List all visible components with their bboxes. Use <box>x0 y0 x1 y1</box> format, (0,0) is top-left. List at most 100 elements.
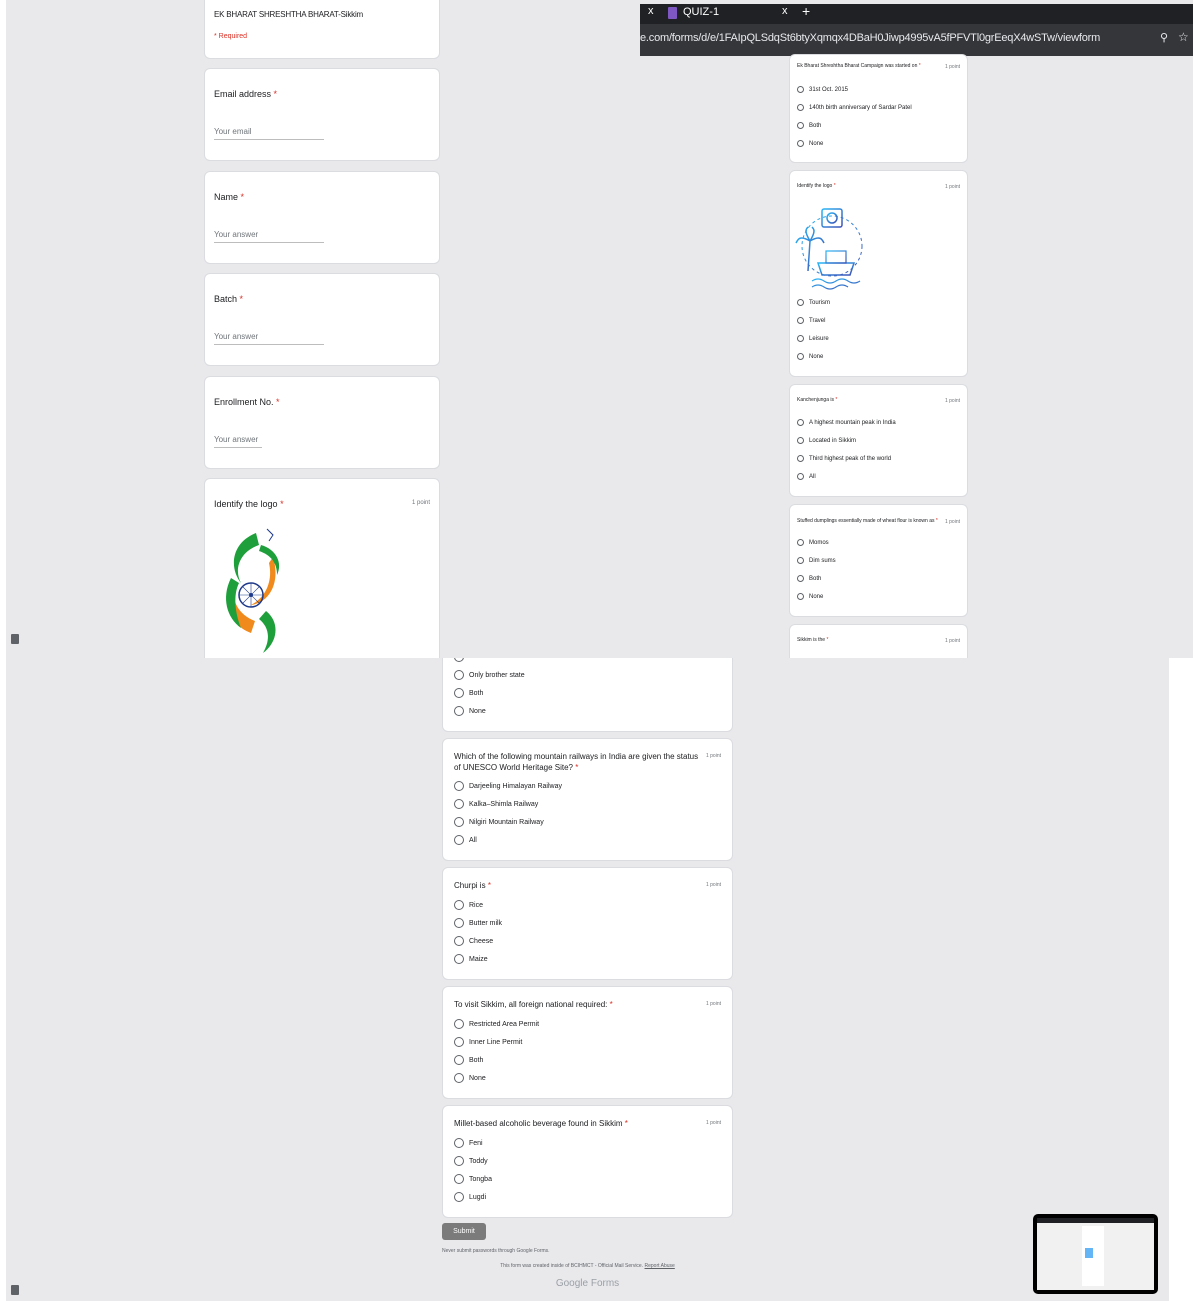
radio-button[interactable] <box>454 918 464 928</box>
radio-option[interactable]: 31st Oct. 2015 <box>797 86 848 93</box>
enrollment-input[interactable]: Your answer <box>214 435 258 444</box>
radio-option[interactable]: Kalka–Shimla Railway <box>454 799 538 809</box>
radio-option[interactable]: Leisure <box>797 335 829 342</box>
radio-option[interactable]: Third highest peak of the world <box>797 455 891 462</box>
radio-button[interactable] <box>797 353 804 360</box>
new-tab-icon[interactable]: + <box>802 3 810 19</box>
form-screenshot-right: x QUIZ-1 x + e.com/forms/d/e/1FAIpQLSdqS… <box>640 0 1193 658</box>
radio-button[interactable] <box>797 575 804 582</box>
radio-option[interactable]: Travel <box>797 317 825 324</box>
radio-button[interactable] <box>797 299 804 306</box>
radio-button[interactable] <box>797 104 804 111</box>
radio-button[interactable] <box>454 835 464 845</box>
radio-button[interactable] <box>797 539 804 546</box>
radio-button[interactable] <box>797 419 804 426</box>
email-card: Email address * Your email <box>204 68 440 161</box>
radio-button[interactable] <box>454 658 464 662</box>
radio-button[interactable] <box>454 1156 464 1166</box>
radio-button[interactable] <box>454 706 464 716</box>
points-label: 1 point <box>944 519 960 525</box>
radio-button[interactable] <box>454 1055 464 1065</box>
radio-option[interactable]: Dim sums <box>797 557 836 564</box>
radio-option[interactable]: Maize <box>454 954 488 964</box>
radio-button[interactable] <box>797 86 804 93</box>
radio-option[interactable]: Inner Line Permit <box>454 1037 522 1047</box>
radio-button[interactable] <box>454 670 464 680</box>
radio-button[interactable] <box>797 455 804 462</box>
radio-button[interactable] <box>454 900 464 910</box>
radio-button[interactable] <box>797 122 804 129</box>
radio-option[interactable]: Lugdi <box>454 1192 486 1202</box>
batch-input[interactable]: Your answer <box>214 332 258 341</box>
radio-option[interactable]: All <box>797 473 816 480</box>
radio-option[interactable]: Cheese <box>454 936 493 946</box>
question-title: Which of the following mountain railways… <box>454 752 699 772</box>
radio-button[interactable] <box>454 954 464 964</box>
radio-option[interactable]: None <box>454 706 486 716</box>
radio-option[interactable]: Both <box>454 688 483 698</box>
radio-option[interactable]: Darjeeling Himalayan Railway <box>454 781 562 791</box>
close-tab-icon[interactable]: x <box>648 5 654 17</box>
radio-option[interactable]: Momos <box>797 539 829 546</box>
screenshot-thumbnail[interactable] <box>1033 1214 1158 1294</box>
radio-button[interactable] <box>454 1037 464 1047</box>
question-title: Ek Bharat Shreshtha Bharat Campaign was … <box>797 63 921 69</box>
radio-option[interactable]: None <box>797 593 823 600</box>
radio-option[interactable]: Both <box>454 1055 483 1065</box>
radio-option[interactable]: Both <box>797 122 821 129</box>
radio-option[interactable]: None <box>797 140 823 147</box>
points-label: 1 point <box>705 753 721 759</box>
radio-option[interactable]: Located in Sikkim <box>797 437 856 444</box>
radio-option[interactable]: Butter milk <box>454 918 502 928</box>
radio-option[interactable]: Only brother state <box>454 670 525 680</box>
question-title: To visit Sikkim, all foreign national re… <box>454 1000 613 1009</box>
feedback-icon[interactable] <box>11 1285 19 1295</box>
radio-option[interactable]: All <box>454 835 477 845</box>
radio-button[interactable] <box>797 317 804 324</box>
radio-button[interactable] <box>454 1073 464 1083</box>
radio-button[interactable] <box>454 936 464 946</box>
radio-option[interactable]: Tourism <box>797 299 830 306</box>
radio-button[interactable] <box>797 593 804 600</box>
address-bar[interactable]: e.com/forms/d/e/1FAIpQLSdqSt6btyXqmqx4DB… <box>640 24 1193 56</box>
radio-button[interactable] <box>454 1174 464 1184</box>
radio-option[interactable]: Both <box>797 575 821 582</box>
radio-button[interactable] <box>797 557 804 564</box>
feedback-icon[interactable] <box>11 634 19 644</box>
radio-button[interactable] <box>797 140 804 147</box>
close-tab-icon[interactable]: x <box>782 5 788 17</box>
radio-option[interactable] <box>454 658 469 662</box>
radio-button[interactable] <box>454 1192 464 1202</box>
points-label: 1 point <box>944 398 960 404</box>
radio-option[interactable]: Nilgiri Mountain Railway <box>454 817 544 827</box>
name-input[interactable]: Your answer <box>214 230 258 239</box>
radio-option[interactable]: 140th birth anniversary of Sardar Patel <box>797 104 912 111</box>
question-title: Kanchenjunga is * <box>797 397 838 403</box>
radio-button[interactable] <box>454 688 464 698</box>
radio-option[interactable]: Tongba <box>454 1174 492 1184</box>
active-tab-title[interactable]: QUIZ-1 <box>683 6 719 18</box>
radio-button[interactable] <box>454 781 464 791</box>
radio-option[interactable]: A highest mountain peak in India <box>797 419 896 426</box>
radio-button[interactable] <box>797 335 804 342</box>
radio-button[interactable] <box>454 1138 464 1148</box>
radio-button[interactable] <box>797 437 804 444</box>
radio-option[interactable]: Restricted Area Permit <box>454 1019 539 1029</box>
zoom-icon[interactable]: ⚲ <box>1160 31 1168 44</box>
radio-button[interactable] <box>797 473 804 480</box>
radio-option[interactable]: Rice <box>454 900 483 910</box>
radio-button[interactable] <box>454 817 464 827</box>
radio-button[interactable] <box>454 1019 464 1029</box>
report-abuse-link[interactable]: Report Abuse <box>645 1263 675 1269</box>
radio-option[interactable]: None <box>797 353 823 360</box>
radio-button[interactable] <box>454 799 464 809</box>
email-input[interactable]: Your email <box>214 127 252 136</box>
question-card: Only brother state Both None <box>442 658 733 732</box>
thumbnail-image <box>1037 1218 1154 1290</box>
radio-option[interactable]: None <box>454 1073 486 1083</box>
radio-option[interactable]: Toddy <box>454 1156 488 1166</box>
question-title: Sikkim is the * <box>797 637 829 643</box>
submit-button[interactable]: Submit <box>442 1223 486 1240</box>
bookmark-star-icon[interactable]: ☆ <box>1178 30 1189 44</box>
radio-option[interactable]: Feni <box>454 1138 483 1148</box>
